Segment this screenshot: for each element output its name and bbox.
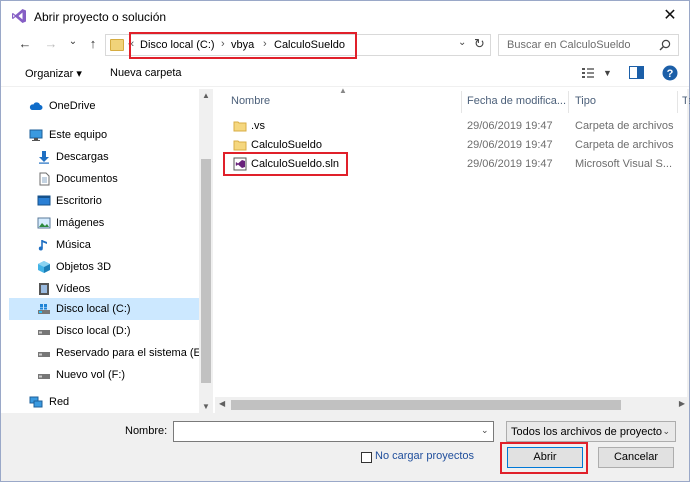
drive-icon <box>38 374 50 379</box>
column-header-type[interactable]: Tipo <box>575 95 596 107</box>
music-icon <box>38 240 47 251</box>
document-icon <box>39 172 50 186</box>
chevron-down-icon: ⌄ <box>662 426 670 436</box>
sidebar-item-red[interactable]: Red <box>9 391 199 413</box>
sidebar-item-videos[interactable]: Vídeos <box>9 278 199 300</box>
search-placeholder: Buscar en CalculoSueldo <box>507 39 631 51</box>
file-date: 29/06/2019 19:47 <box>467 139 553 151</box>
drive-icon <box>38 330 50 335</box>
up-button[interactable]: ↑ <box>83 34 103 54</box>
file-type: Carpeta de archivos <box>575 120 674 132</box>
chevron-down-icon: ⌄ <box>68 36 78 47</box>
column-divider[interactable] <box>461 91 462 113</box>
sidebar-item-onedrive[interactable]: OneDrive <box>9 95 199 117</box>
video-icon <box>39 283 49 295</box>
system-drive-icon <box>38 304 50 314</box>
scroll-up-icon[interactable]: ▲ <box>202 91 210 100</box>
sidebar-item-disco-local-d[interactable]: Disco local (D:) <box>9 320 199 342</box>
sort-ascending-icon: ▲ <box>339 86 347 95</box>
close-icon: ✕ <box>663 7 677 24</box>
file-list-horizontal-scrollbar[interactable]: ◀ ▶ <box>215 397 689 413</box>
file-name: CalculoSueldo <box>251 139 322 151</box>
column-divider[interactable] <box>568 91 569 113</box>
visual-studio-icon <box>12 9 26 23</box>
file-highlight-box <box>223 152 348 176</box>
folder-icon <box>233 121 247 132</box>
download-icon <box>39 151 49 164</box>
cube-icon <box>38 261 50 273</box>
navigation-scrollbar[interactable]: ▲ ▼ <box>199 89 213 413</box>
file-type: Carpeta de archivos <box>575 139 674 151</box>
scroll-down-icon[interactable]: ▼ <box>202 402 210 411</box>
file-date: 29/06/2019 19:47 <box>467 158 553 170</box>
search-box[interactable]: Buscar en CalculoSueldo <box>498 34 679 56</box>
folder-icon <box>233 140 247 151</box>
window-title: Abrir proyecto o solución <box>34 10 167 24</box>
sidebar-item-documentos[interactable]: Documentos <box>9 168 199 190</box>
column-header-name[interactable]: Nombre <box>231 95 270 107</box>
file-name-input[interactable] <box>173 421 494 442</box>
new-folder-button[interactable]: Nueva carpeta <box>110 67 182 79</box>
computer-icon <box>29 129 43 141</box>
arrow-up-icon: ↑ <box>89 36 97 51</box>
scrollbar-thumb[interactable] <box>231 400 621 410</box>
recent-locations-button[interactable]: ⌄ <box>63 32 83 52</box>
arrow-left-icon: ← <box>18 36 32 51</box>
file-type: Microsoft Visual S... <box>575 158 672 170</box>
refresh-icon[interactable]: ↻ <box>474 36 485 52</box>
address-highlight-box <box>129 32 357 59</box>
title-bar: Abrir proyecto o solución ✕ <box>1 1 689 31</box>
file-name-label: Nombre: <box>125 425 168 437</box>
pane-edge <box>687 89 689 413</box>
file-type-filter[interactable]: Todos los archivos de proyecto ⌄ <box>506 421 676 442</box>
sidebar-item-musica[interactable]: Música <box>9 234 199 256</box>
forward-button[interactable]: → <box>41 34 61 54</box>
sidebar-item-disco-local-c[interactable]: Disco local (C:) <box>9 298 199 320</box>
close-button[interactable]: ✕ <box>659 5 681 27</box>
no-load-projects-checkbox[interactable] <box>361 452 372 463</box>
cloud-icon <box>29 102 43 110</box>
search-icon <box>659 39 671 51</box>
help-icon[interactable]: ? <box>662 65 678 81</box>
drive-icon <box>38 352 50 357</box>
preview-pane-icon[interactable] <box>629 66 644 80</box>
column-divider[interactable] <box>677 91 678 113</box>
column-header-date[interactable]: Fecha de modifica... <box>467 95 566 107</box>
sidebar-item-imagenes[interactable]: Imágenes <box>9 212 199 234</box>
file-name-dropdown-icon[interactable]: ⌄ <box>481 425 489 436</box>
sidebar-item-reservado-e[interactable]: Reservado para el sistema (E:) <box>9 342 208 364</box>
sidebar-item-escritorio[interactable]: Escritorio <box>9 190 199 212</box>
file-type-filter-value: Todos los archivos de proyecto <box>511 426 663 438</box>
cancel-button[interactable]: Cancelar <box>598 447 674 468</box>
scrollbar-thumb[interactable] <box>201 159 211 383</box>
arrow-right-icon: → <box>44 36 58 51</box>
file-name: .vs <box>251 120 266 132</box>
toolbar: Organizar ▾ Nueva carpeta ▼ ? <box>1 61 689 87</box>
view-dropdown-icon[interactable]: ▼ <box>603 68 612 78</box>
scroll-right-icon[interactable]: ▶ <box>679 399 685 408</box>
organize-button[interactable]: Organizar ▾ <box>25 67 82 80</box>
sidebar-item-descargas[interactable]: Descargas <box>9 146 199 168</box>
open-button-highlight-box <box>500 442 588 474</box>
file-list: ▲ Nombre Fecha de modifica... Tipo Ta .v… <box>215 86 690 413</box>
folder-icon <box>110 39 124 51</box>
sidebar-item-objetos-3d[interactable]: Objetos 3D <box>9 256 199 278</box>
image-icon <box>37 217 51 229</box>
sidebar-item-nuevo-vol-f[interactable]: Nuevo vol (F:) <box>9 364 199 386</box>
view-options-icon[interactable] <box>581 66 595 80</box>
file-row-vs[interactable]: .vs 29/06/2019 19:47 Carpeta de archivos <box>215 117 689 136</box>
scroll-left-icon[interactable]: ◀ <box>219 399 225 408</box>
pane-edge <box>1 89 9 413</box>
no-load-projects-label[interactable]: No cargar proyectos <box>375 450 474 462</box>
help-glyph: ? <box>667 68 674 80</box>
address-dropdown-icon[interactable]: ⌄ <box>458 37 466 48</box>
sidebar-item-este-equipo[interactable]: Este equipo <box>9 124 199 146</box>
network-icon <box>29 396 43 408</box>
desktop-icon <box>37 195 51 206</box>
file-date: 29/06/2019 19:47 <box>467 120 553 132</box>
navigation-pane: OneDrive Este equipo Descargas Documento… <box>9 89 208 413</box>
back-button[interactable]: ← <box>15 34 35 54</box>
open-project-dialog: Abrir proyecto o solución ✕ ← → ⌄ ↑ « Di… <box>0 0 690 482</box>
